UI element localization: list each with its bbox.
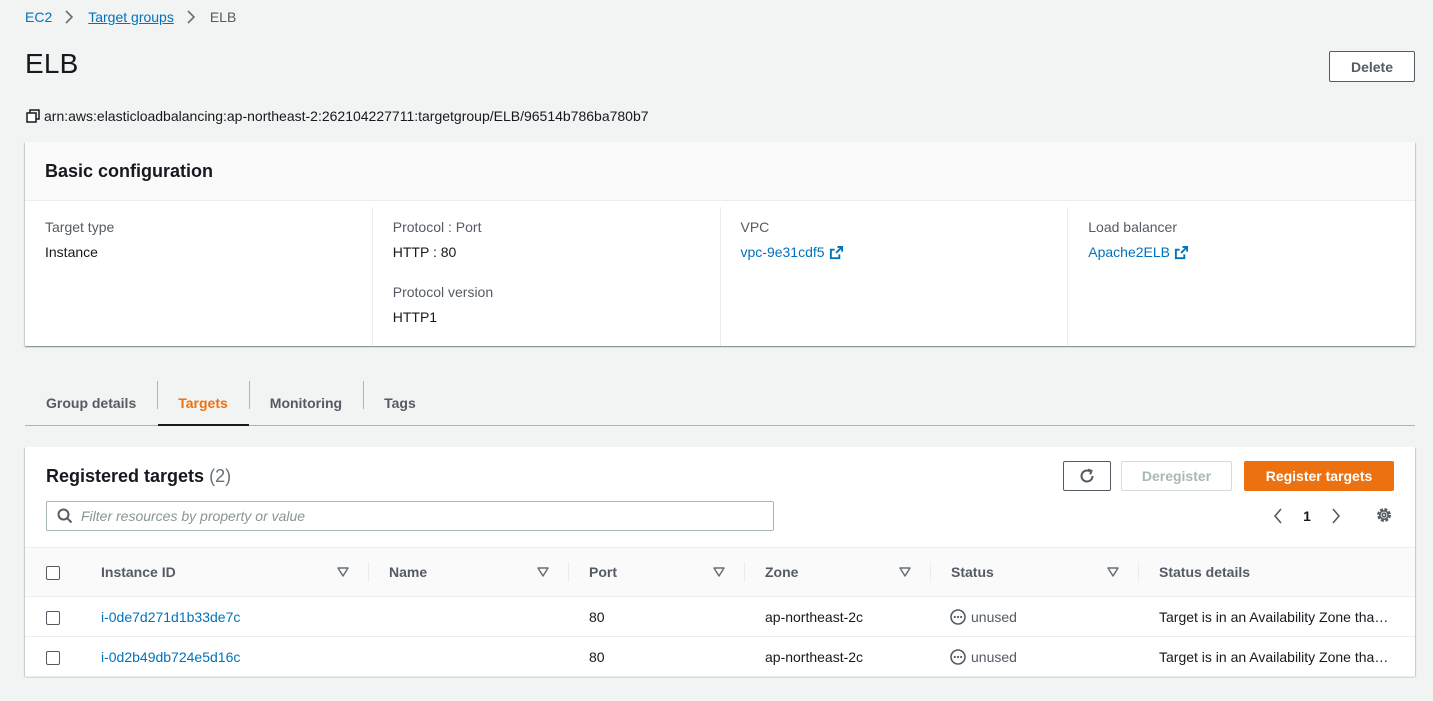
register-targets-button[interactable]: Register targets xyxy=(1244,461,1394,491)
sort-down-icon xyxy=(337,567,349,577)
filter-field[interactable] xyxy=(46,501,774,531)
zone-cell: ap-northeast-2c xyxy=(765,608,864,625)
sort-down-icon xyxy=(713,567,725,577)
search-icon xyxy=(57,508,73,524)
breadcrumb-ec2-link[interactable]: EC2 xyxy=(25,9,52,25)
target-type-value: Instance xyxy=(45,244,98,260)
port-cell: 80 xyxy=(589,648,605,665)
deregister-button[interactable]: Deregister xyxy=(1121,461,1232,491)
column-header-zone[interactable]: Zone xyxy=(745,547,931,597)
name-header-label: Name xyxy=(389,564,428,580)
select-all-header xyxy=(25,547,81,597)
status-unused-icon xyxy=(950,608,966,625)
config-columns: Target type Instance Protocol : Port HTT… xyxy=(25,201,1415,346)
tab-group-details[interactable]: Group details xyxy=(25,381,157,425)
breadcrumb-current: ELB xyxy=(209,9,237,25)
column-header-name[interactable]: Name xyxy=(369,547,569,597)
protocol-port-label: Protocol : Port xyxy=(392,219,482,235)
protocol-port-value: HTTP : 80 xyxy=(392,244,457,260)
refresh-button[interactable] xyxy=(1063,461,1111,491)
config-col-load-balancer: Load balancer Apache2ELB xyxy=(1067,207,1415,346)
tab-tags[interactable]: Tags xyxy=(363,381,437,425)
vpc-label: VPC xyxy=(740,219,770,235)
config-col-vpc: VPC vpc-9e31cdf5 xyxy=(719,207,1068,346)
arn-text: arn:aws:elasticloadbalancing:ap-northeas… xyxy=(44,108,649,124)
column-header-status-details[interactable]: Status details xyxy=(1139,547,1415,597)
table-row[interactable]: i-0d2b49db724e5d16c 80 ap-northeast-2c u… xyxy=(25,636,1415,677)
breadcrumb: EC2 Target groups ELB xyxy=(25,8,236,26)
tab-monitoring[interactable]: Monitoring xyxy=(248,381,363,425)
status-text: unused xyxy=(971,648,1017,665)
chevron-left-icon[interactable] xyxy=(1270,505,1286,527)
status-cell: unused xyxy=(931,649,1139,665)
protocol-version-value: HTTP1 xyxy=(392,309,438,325)
column-header-instance-id[interactable]: Instance ID xyxy=(81,547,369,597)
page-number[interactable]: 1 xyxy=(1286,508,1328,524)
sort-down-icon xyxy=(537,567,549,577)
load-balancer-label: Load balancer xyxy=(1088,219,1177,235)
port-cell: 80 xyxy=(589,608,605,625)
chevron-right-icon xyxy=(52,8,88,26)
vpc-link[interactable]: vpc-9e31cdf5 xyxy=(741,242,844,262)
page-title: ELB xyxy=(25,48,79,79)
table-header-row: Instance ID Name Port Zone Status Status… xyxy=(25,547,1415,597)
load-balancer-link[interactable]: Apache2ELB xyxy=(1088,242,1189,262)
status-details-header-label: Status details xyxy=(1159,564,1251,580)
targets-table: Instance ID Name Port Zone Status Status… xyxy=(25,547,1415,677)
filter-input[interactable] xyxy=(81,508,761,524)
sort-down-icon xyxy=(899,567,911,577)
registered-targets-title: Registered targets xyxy=(46,466,205,486)
sort-down-icon xyxy=(1107,567,1119,577)
status-cell: unused xyxy=(931,609,1139,625)
protocol-version-label: Protocol version xyxy=(392,284,494,300)
registered-targets-heading: Registered targets (2) xyxy=(46,466,231,487)
tab-targets[interactable]: Targets xyxy=(157,381,249,426)
status-header-label: Status xyxy=(951,564,994,580)
instance-id-header-label: Instance ID xyxy=(101,564,176,580)
tab-bar: Group details Targets Monitoring Tags xyxy=(25,381,1415,426)
table-row[interactable]: i-0de7d271d1b33de7c 80 ap-northeast-2c u… xyxy=(25,596,1415,637)
zone-header-label: Zone xyxy=(765,564,799,580)
load-balancer-link-text: Apache2ELB xyxy=(1088,244,1170,260)
column-header-port[interactable]: Port xyxy=(569,547,745,597)
config-col-target-type: Target type Instance xyxy=(25,207,372,346)
row-checkbox[interactable] xyxy=(46,610,60,625)
status-text: unused xyxy=(971,608,1017,625)
arn-row: arn:aws:elasticloadbalancing:ap-northeas… xyxy=(26,108,649,124)
instance-id-link[interactable]: i-0de7d271d1b33de7c xyxy=(81,609,240,625)
name-cell xyxy=(369,609,389,625)
zone-cell: ap-northeast-2c xyxy=(765,648,864,665)
chevron-right-icon[interactable] xyxy=(1328,505,1344,527)
target-type-label: Target type xyxy=(45,219,115,235)
delete-button[interactable]: Delete xyxy=(1329,51,1415,82)
refresh-icon xyxy=(1080,468,1094,483)
external-link-icon xyxy=(1174,245,1189,259)
registered-targets-count: (2) xyxy=(209,466,232,486)
column-header-status[interactable]: Status xyxy=(931,547,1139,597)
chevron-right-icon xyxy=(174,8,210,26)
name-cell xyxy=(369,649,389,665)
basic-configuration-heading: Basic configuration xyxy=(45,161,214,181)
vpc-link-text: vpc-9e31cdf5 xyxy=(740,244,825,260)
external-link-icon xyxy=(829,245,843,259)
port-header-label: Port xyxy=(589,564,617,580)
basic-configuration-panel: Basic configuration Target type Instance… xyxy=(25,142,1415,346)
status-details-cell: Target is in an Availability Zone that i… xyxy=(1159,608,1415,625)
select-all-checkbox[interactable] xyxy=(46,566,60,581)
pagination: 1 xyxy=(1270,505,1344,527)
registered-targets-panel: Registered targets (2) Deregister Regist… xyxy=(25,447,1415,677)
copy-icon[interactable] xyxy=(26,109,40,123)
config-col-protocol: Protocol : Port HTTP : 80 Protocol versi… xyxy=(371,207,720,346)
status-details-cell: Target is in an Availability Zone that i… xyxy=(1159,648,1415,665)
panel-header: Basic configuration xyxy=(25,142,1415,201)
gear-icon[interactable] xyxy=(1375,506,1393,524)
breadcrumb-target-groups-link[interactable]: Target groups xyxy=(88,9,174,25)
instance-id-link[interactable]: i-0d2b49db724e5d16c xyxy=(81,649,240,665)
status-unused-icon xyxy=(950,648,966,665)
row-checkbox[interactable] xyxy=(46,650,60,665)
